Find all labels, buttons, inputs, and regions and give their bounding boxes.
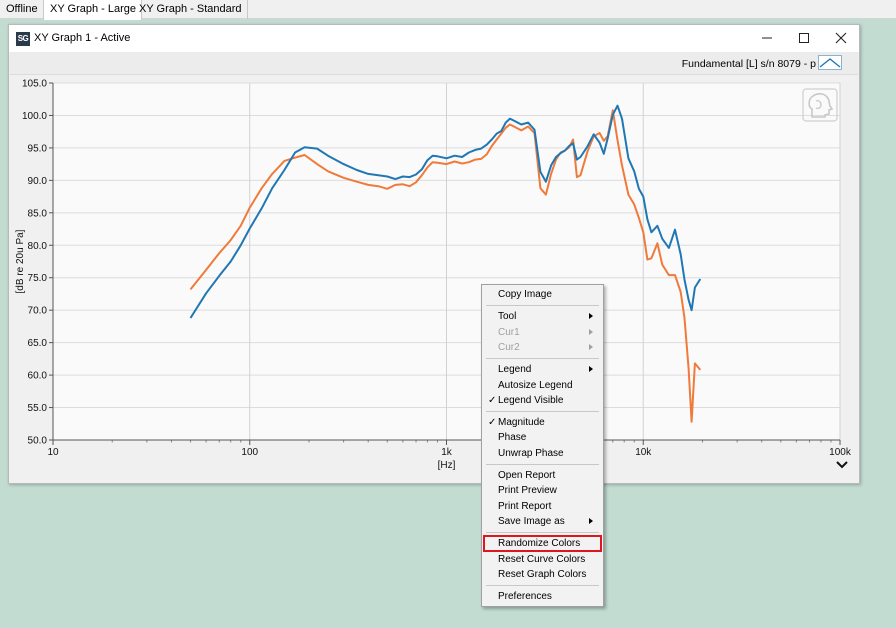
checkmark-icon: ✓	[488, 417, 497, 429]
minimize-icon[interactable]	[760, 31, 774, 45]
menu-separator	[486, 411, 599, 413]
legend-bar: Fundamental [L] s/n 8079 - p	[10, 52, 858, 75]
window-titlebar[interactable]: SG XY Graph 1 - Active	[9, 25, 859, 52]
x-tick-label: 100k	[829, 447, 852, 458]
menu-item-print-preview[interactable]: Print Preview	[483, 483, 602, 498]
xy-graph-plot[interactable]: 105.0 100.0 95.0 90.0 85.0 80.0 75.0 70.0 65.0 60…	[9, 75, 859, 483]
x-tick-label: 10k	[635, 447, 652, 458]
y-tick-label: 100.0	[22, 111, 47, 122]
menu-item-label: Reset Graph Colors	[498, 568, 587, 580]
menu-item-label: Randomize Colors	[498, 538, 581, 550]
menu-item-reset-graph-colors[interactable]: Reset Graph Colors	[483, 567, 602, 582]
menu-item-label: Cur2	[498, 341, 520, 353]
submenu-arrow-icon	[589, 366, 593, 373]
menu-item-open-report[interactable]: Open Report	[483, 468, 602, 483]
menu-item-print-report[interactable]: Print Report	[483, 499, 602, 514]
submenu-arrow-icon	[589, 313, 593, 320]
app-logo-icon: SG	[16, 32, 30, 46]
y-tick-label: 85.0	[28, 208, 48, 219]
y-tick-label: 60.0	[28, 371, 48, 382]
y-tick-label: 105.0	[22, 79, 47, 90]
x-axis-label: [Hz]	[438, 460, 456, 471]
menu-item-label: Preferences	[498, 591, 552, 603]
y-tick-label: 75.0	[28, 273, 48, 284]
menu-item-label: Copy Image	[498, 289, 552, 300]
menu-separator	[486, 532, 599, 534]
y-tick-label: 80.0	[28, 241, 48, 252]
x-tick-label: 10	[47, 447, 59, 458]
menu-item-cur1: Cur1	[483, 325, 602, 340]
menu-item-label: Legend	[498, 364, 532, 376]
y-tick-label: 95.0	[28, 143, 48, 154]
menu-item-label: Tool	[498, 311, 517, 323]
tab-xy-graph-large[interactable]: XY Graph - Large	[43, 0, 143, 20]
menu-item-legend[interactable]: Legend	[483, 362, 602, 377]
menu-item-randomize-colors[interactable]: Randomize Colors	[483, 536, 602, 551]
menu-item-label: Legend Visible	[498, 394, 564, 406]
y-tick-label: 70.0	[28, 306, 48, 317]
tab-xy-graph-standard[interactable]: XY Graph - Standard	[133, 0, 248, 19]
menu-item-tool[interactable]: Tool	[483, 309, 602, 324]
chevron-down-icon[interactable]	[835, 459, 849, 471]
submenu-arrow-icon	[589, 328, 593, 335]
window-title: XY Graph 1 - Active	[34, 32, 131, 44]
menu-item-cur2: Cur2	[483, 340, 602, 355]
x-tick-label: 1k	[441, 447, 453, 458]
y-axis-label: [dB re 20u Pa]	[15, 229, 26, 293]
close-icon[interactable]	[834, 31, 848, 45]
menu-item-label: Unwrap Phase	[498, 447, 564, 459]
menu-item-unwrap-phase[interactable]: Unwrap Phase	[483, 446, 602, 461]
context-menu: Copy Image Tool Cur1 Cur2 Legend Autosize Leg…	[481, 284, 604, 607]
tab-strip: Offline XY Graph - Large XY Graph - Stan…	[0, 0, 896, 20]
menu-item-preferences[interactable]: Preferences	[483, 589, 602, 604]
menu-item-magnitude[interactable]: ✓ Magnitude	[483, 415, 602, 430]
y-tick-label: 55.0	[28, 403, 48, 414]
x-tick-label: 100	[241, 447, 258, 458]
menu-item-autosize-legend[interactable]: Autosize Legend	[483, 378, 602, 393]
menu-item-label: Phase	[498, 432, 527, 444]
menu-separator	[486, 464, 599, 465]
checkmark-icon: ✓	[488, 394, 497, 406]
menu-item-label: Reset Curve Colors	[498, 553, 586, 565]
menu-item-label: Print Report	[498, 500, 552, 512]
submenu-arrow-icon	[589, 517, 593, 524]
menu-item-reset-curve-colors[interactable]: Reset Curve Colors	[483, 552, 602, 567]
maximize-icon[interactable]	[797, 31, 811, 45]
submenu-arrow-icon	[589, 343, 593, 350]
menu-item-phase[interactable]: Phase	[483, 430, 602, 445]
graph-window: SG XY Graph 1 - Active Fundamental [L] s…	[8, 24, 860, 484]
menu-item-label: Cur1	[498, 326, 520, 338]
menu-separator	[486, 305, 599, 307]
menu-item-save-image-as[interactable]: Save Image as	[483, 514, 602, 529]
curve-style-icon[interactable]	[818, 55, 842, 70]
y-tick-label: 50.0	[28, 436, 48, 447]
menu-item-label: Print Preview	[498, 485, 557, 497]
menu-item-label: Save Image as	[498, 515, 565, 527]
y-tick-label: 90.0	[28, 176, 48, 187]
menu-item-label: Autosize Legend	[498, 379, 573, 391]
menu-item-legend-visible[interactable]: ✓ Legend Visible	[483, 393, 602, 408]
menu-separator	[486, 358, 599, 360]
menu-item-label: Magnitude	[498, 417, 545, 429]
y-tick-label: 65.0	[28, 338, 48, 349]
menu-separator	[486, 585, 599, 587]
legend-entry-label[interactable]: Fundamental [L] s/n 8079 - p	[682, 58, 816, 70]
tab-offline[interactable]: Offline	[0, 0, 44, 19]
menu-item-label: Open Report	[498, 470, 556, 481]
menu-item-copy-image[interactable]: Copy Image	[483, 287, 602, 302]
